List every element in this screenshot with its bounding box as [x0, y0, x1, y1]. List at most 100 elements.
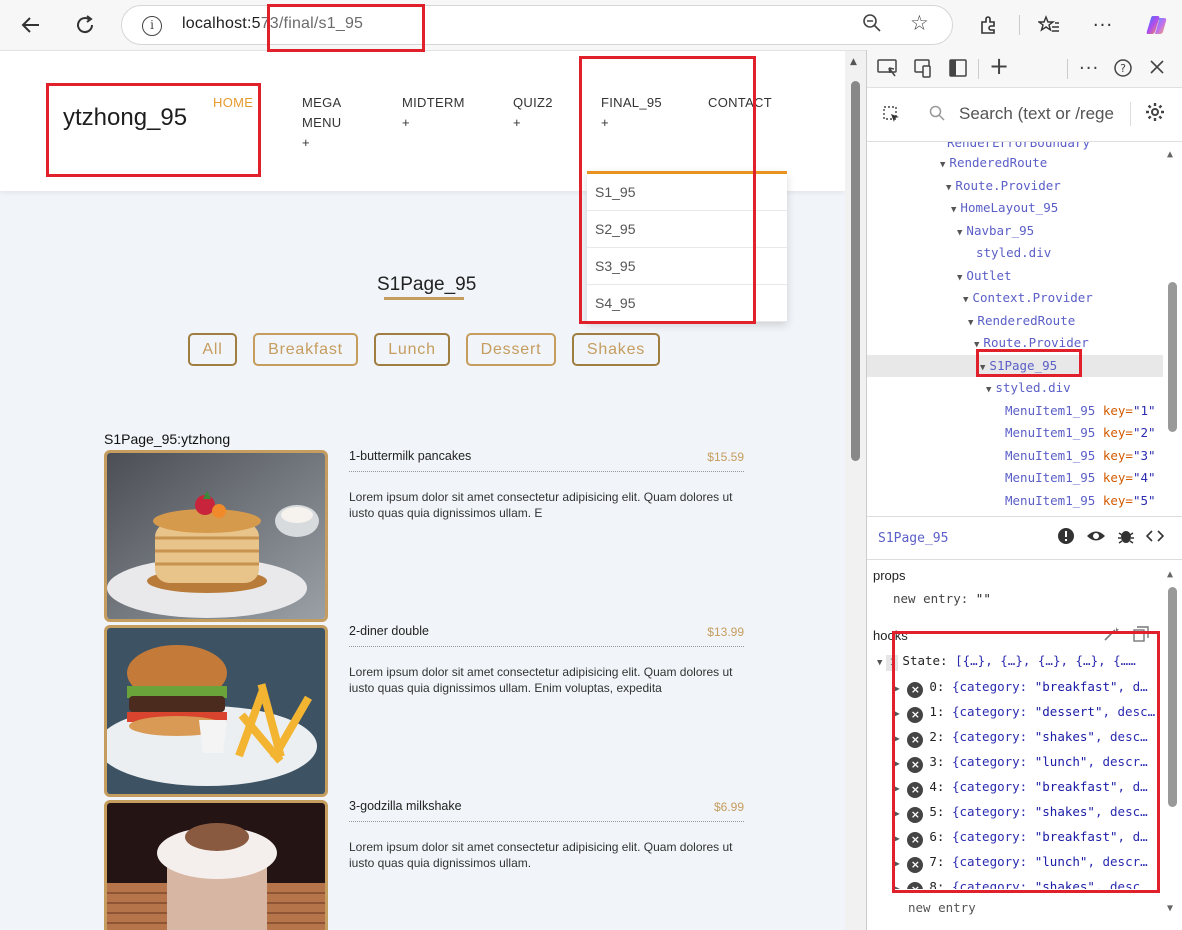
parse-hooks-wand-icon[interactable]	[1103, 626, 1121, 646]
delete-entry-icon: ×	[907, 807, 924, 823]
filter-lunch-button[interactable]: Lunch	[374, 333, 450, 366]
burger-image	[104, 625, 328, 797]
inspect-eye-icon[interactable]	[1086, 527, 1106, 549]
extensions-icon[interactable]	[972, 8, 1006, 42]
nav-home[interactable]: HOME	[213, 93, 253, 113]
state-entry-5[interactable]: ▶ × 5: {category: "shakes", desc…	[895, 800, 1148, 824]
delete-entry-icon: ×	[907, 882, 924, 889]
address-bar[interactable]: i localhost:573/final/s1_95 ☆	[121, 5, 953, 45]
item-3-title: 3-godzilla milkshake	[349, 799, 462, 813]
dock-side-icon[interactable]	[948, 58, 968, 83]
state-entry-1[interactable]: ▶ × 1: {category: "dessert", desc…	[895, 700, 1155, 724]
nav-mega-menu[interactable]: MEGA MENU +	[302, 93, 341, 153]
delete-entry-icon: ×	[907, 732, 924, 748]
view-source-icon[interactable]	[1145, 527, 1165, 549]
filter-dessert-button[interactable]: Dessert	[466, 333, 556, 366]
devtools-toolbar: + ··· ?	[867, 50, 1182, 88]
reload-icon[interactable]	[68, 8, 102, 42]
tree-node[interactable]: styled.div	[976, 242, 1051, 264]
state-entry-0[interactable]: ▶ × 0: {category: "breakfast", d…	[895, 675, 1148, 699]
search-divider	[1130, 102, 1131, 126]
tree-node[interactable]: ▼ Context.Provider	[963, 287, 1093, 309]
back-arrow-icon[interactable]	[14, 8, 48, 42]
tree-node[interactable]: MenuItem1_95 key="3"	[1005, 445, 1156, 467]
state-entry-7[interactable]: ▶ × 7: {category: "lunch", descr…	[895, 850, 1148, 874]
copilot-icon[interactable]	[1140, 8, 1174, 42]
dropdown-item-s3[interactable]: S3_95	[587, 248, 787, 285]
page-scrollbar[interactable]: ▲	[845, 51, 866, 930]
devtools-more-icon[interactable]: ···	[1079, 58, 1099, 79]
filter-all-button[interactable]: All	[188, 333, 237, 366]
url-host: localhost:5	[182, 15, 261, 32]
dropdown-item-s4[interactable]: S4_95	[587, 285, 787, 322]
brand-logo[interactable]: ytzhong_95	[63, 104, 187, 132]
tree-node[interactable]: ▼ Outlet	[957, 265, 1012, 287]
site-info-icon[interactable]: i	[142, 16, 162, 36]
scroll-down-icon[interactable]: ▼	[1167, 903, 1173, 914]
zoom-icon[interactable]	[862, 13, 882, 38]
url-path: 73/final/s1_95	[260, 15, 364, 32]
nav-final[interactable]: FINAL_95 +	[601, 93, 662, 133]
state-entry-3[interactable]: ▶ × 3: {category: "lunch", descr…	[895, 750, 1148, 774]
copy-icon[interactable]	[1133, 626, 1149, 646]
close-devtools-icon[interactable]	[1148, 58, 1166, 81]
tree-node[interactable]: MenuItem1_95 key="1"	[1005, 400, 1156, 422]
scroll-up-icon[interactable]: ▲	[850, 57, 857, 67]
tree-node[interactable]: MenuItem1_95 key="5"	[1005, 490, 1156, 512]
component-search-bar: Search (text or /rege	[867, 88, 1182, 142]
dropdown-item-s2[interactable]: S2_95	[587, 211, 787, 248]
component-search-input[interactable]: Search (text or /rege	[959, 104, 1114, 124]
nav-quiz2[interactable]: QUIZ2 +	[513, 93, 553, 133]
filter-breakfast-button[interactable]: Breakfast	[253, 333, 358, 366]
tree-node[interactable]: MenuItem1_95 key="2"	[1005, 422, 1156, 444]
props-entry[interactable]: new entry: ""	[893, 591, 991, 606]
tree-node[interactable]: ▼ styled.div	[986, 377, 1071, 399]
state-entry-6[interactable]: ▶ × 6: {category: "breakfast", d…	[895, 825, 1148, 849]
suspend-icon[interactable]	[1057, 527, 1075, 549]
help-icon[interactable]: ?	[1113, 58, 1133, 83]
delete-entry-icon: ×	[907, 857, 924, 873]
scroll-up-icon[interactable]: ▲	[1167, 149, 1173, 160]
sidebar-scrollbar[interactable]: ▲ ▼	[1163, 565, 1182, 925]
bug-icon[interactable]	[1117, 527, 1135, 549]
add-tab-icon[interactable]: +	[989, 52, 1009, 80]
tree-node-selected[interactable]: ▼ S1Page_95	[867, 355, 1163, 377]
device-toggle-icon[interactable]	[912, 58, 934, 83]
tree-node[interactable]: MenuItem1_95 key="4"	[1005, 467, 1156, 489]
tree-scroll-thumb[interactable]	[1168, 282, 1177, 432]
favorites-list-icon[interactable]	[1032, 8, 1066, 42]
settings-gear-icon[interactable]	[1145, 102, 1165, 127]
filter-shakes-button[interactable]: Shakes	[572, 333, 660, 366]
search-icon	[929, 105, 945, 125]
dropdown-item-s1[interactable]: S1_95	[587, 174, 787, 211]
tree-node[interactable]: ▼ Navbar_95	[957, 220, 1034, 242]
state-entry-4[interactable]: ▶ × 4: {category: "breakfast", d…	[895, 775, 1148, 799]
selected-component-bar: S1Page_95	[867, 516, 1182, 560]
tree-node[interactable]: ▼ RenderedRoute	[968, 310, 1075, 332]
select-element-icon[interactable]	[882, 105, 902, 130]
tree-node[interactable]: ▼ Route.Provider	[946, 175, 1061, 197]
nav-midterm[interactable]: MIDTERM +	[402, 93, 465, 133]
nav-contact[interactable]: CONTACT	[708, 93, 772, 113]
devtools-panel: + ··· ? Search (text or /rege RenderErro…	[866, 50, 1182, 930]
component-tree: RenderErrorBoundary ▼ RenderedRoute ▼ Rout…	[867, 142, 1163, 516]
tree-node[interactable]: ▼ RenderedRoute	[940, 152, 1047, 174]
tree-scrollbar[interactable]: ▲	[1163, 142, 1182, 512]
state-entry-8[interactable]: ▶ ×8: {category: "shakes", desc…	[895, 875, 1148, 889]
toolbar-divider	[1019, 15, 1020, 35]
state-hook-row[interactable]: ▼ 1 State: [{…}, {…}, {…}, {…}, {……	[877, 653, 1136, 671]
item-2-title: 2-diner double	[349, 624, 429, 638]
state-entry-2[interactable]: ▶ × 2: {category: "shakes", desc…	[895, 725, 1148, 749]
favorite-star-icon[interactable]: ☆	[910, 11, 929, 35]
item-1-price: $15.59	[707, 450, 744, 464]
new-entry-field[interactable]: new entry	[908, 900, 976, 915]
more-options-icon[interactable]: ···	[1086, 8, 1120, 42]
tree-node[interactable]: ▼ Route.Provider	[974, 332, 1089, 354]
scroll-up-icon[interactable]: ▲	[1167, 569, 1173, 580]
inspect-device-icon[interactable]	[877, 58, 899, 83]
page-scroll-thumb[interactable]	[851, 81, 860, 461]
tree-node[interactable]: ▼ HomeLayout_95	[951, 197, 1058, 219]
delete-entry-icon: ×	[907, 707, 924, 723]
sidebar-scroll-thumb[interactable]	[1168, 587, 1177, 807]
item-3-price: $6.99	[713, 800, 744, 814]
